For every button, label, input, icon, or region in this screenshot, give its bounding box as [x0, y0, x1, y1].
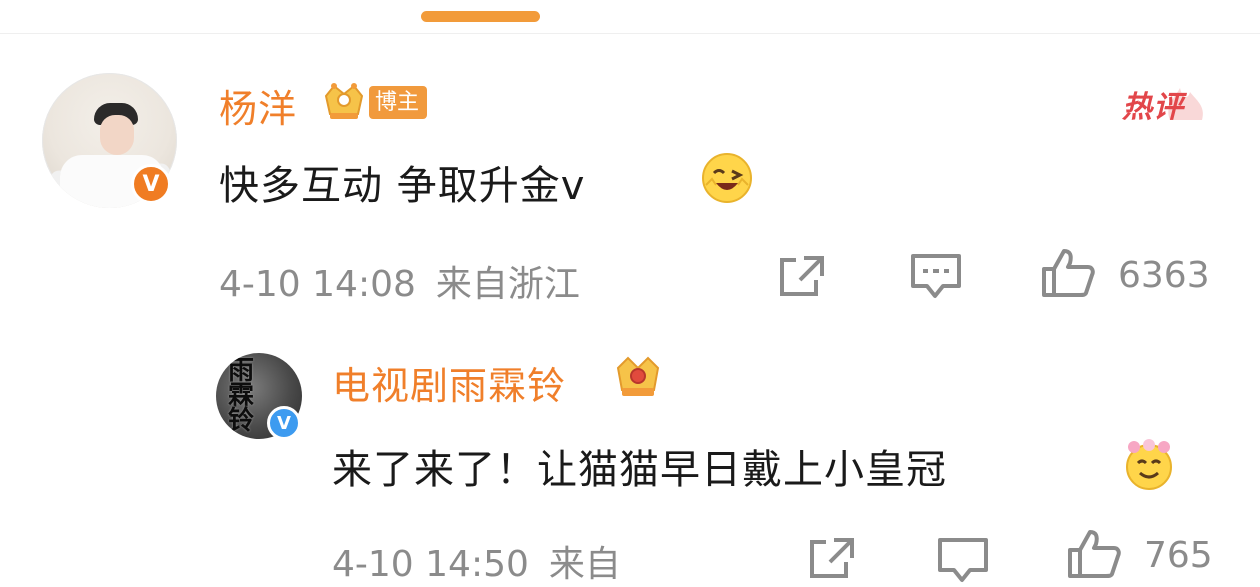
reply-text: 来了来了！让猫猫早日戴上小皇冠: [332, 447, 947, 493]
comment-meta: 4-10 14:08 来自浙江: [219, 255, 580, 307]
comment-icon[interactable]: [909, 252, 963, 300]
reply-like-count: 765: [1144, 535, 1213, 576]
reply-meta: 4-10 14:50 来自: [332, 535, 621, 587]
comment-location: 来自浙江: [435, 264, 580, 305]
comment-text: 快多互动 争取升金v: [219, 163, 586, 209]
verified-badge-icon: V: [131, 164, 171, 204]
like-icon[interactable]: [1066, 528, 1122, 580]
crown-icon: [616, 356, 660, 396]
hot-comment-label: 热评: [1122, 90, 1184, 125]
like-icon[interactable]: [1040, 247, 1096, 299]
top-divider: [0, 33, 1260, 34]
crown-emoji-icon: [1126, 439, 1172, 490]
wink-emoji-icon: [702, 153, 752, 203]
active-tab-indicator: [421, 11, 540, 22]
crown-icon: [324, 83, 364, 119]
verified-badge-icon: V: [267, 406, 301, 440]
reply-location: 来自: [548, 544, 621, 585]
hot-comment-tag: 热评: [1122, 80, 1212, 125]
share-icon[interactable]: [776, 254, 826, 298]
comment-icon[interactable]: [936, 536, 990, 584]
reply-time: 4-10 14:50: [332, 544, 529, 585]
like-count: 6363: [1118, 255, 1210, 296]
reply-avatar-text: 雨 霖 铃: [228, 356, 255, 436]
username[interactable]: 杨洋: [219, 78, 297, 133]
share-icon[interactable]: [806, 536, 856, 580]
blogger-badge: 博主: [369, 86, 428, 119]
comment-time: 4-10 14:08: [219, 264, 416, 305]
reply-username[interactable]: 电视剧雨霖铃: [332, 355, 566, 410]
